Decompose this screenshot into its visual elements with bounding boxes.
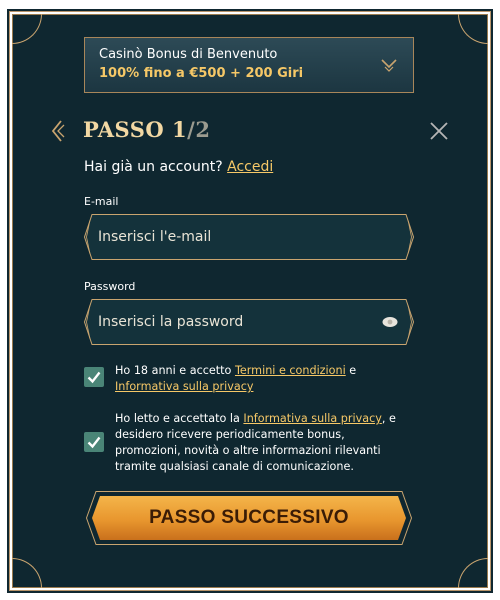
- back-arrow-icon[interactable]: [50, 120, 66, 142]
- login-prompt-text: Hai già un account?: [84, 159, 228, 175]
- email-label: E-mail: [84, 195, 119, 208]
- step-current: PASSO 1: [83, 117, 188, 142]
- marketing-text-before: Ho letto e accettato la: [115, 412, 244, 425]
- marketing-consent-text: Ho letto e accettato la Informativa sull…: [115, 411, 405, 475]
- step-total: /2: [187, 117, 211, 142]
- bonus-subtitle: 100% fino a €500 + 200 Giri: [99, 66, 304, 81]
- chevron-down-icon: [381, 59, 397, 72]
- next-step-label: PASSO SUCCESSIVO: [149, 507, 349, 528]
- terms-text-mid: e: [345, 364, 357, 377]
- terms-text-before: Ho 18 anni e accetto: [115, 364, 235, 377]
- terms-link[interactable]: Termini e condizioni: [235, 364, 346, 377]
- password-field-wrapper: [84, 299, 414, 345]
- bonus-title: Casinò Bonus di Benvenuto: [99, 47, 278, 62]
- email-input[interactable]: [98, 224, 368, 250]
- step-title: PASSO 1/2: [83, 117, 210, 142]
- password-input[interactable]: [98, 309, 368, 335]
- login-link[interactable]: Accedi: [227, 159, 273, 175]
- close-icon[interactable]: [428, 120, 450, 142]
- checkmark-icon: [87, 371, 101, 384]
- marketing-checkbox[interactable]: [84, 432, 104, 452]
- next-step-button[interactable]: PASSO SUCCESSIVO: [86, 491, 412, 545]
- privacy-link[interactable]: Informativa sulla privacy: [115, 380, 253, 393]
- login-prompt: Hai già un account? Accedi: [84, 159, 273, 175]
- terms-consent-text: Ho 18 anni e accetto Termini e condizion…: [115, 363, 405, 395]
- terms-consent: Ho 18 anni e accetto Termini e condizion…: [84, 363, 404, 397]
- email-field-wrapper: [84, 214, 414, 260]
- eye-icon[interactable]: [382, 316, 398, 328]
- step-header: PASSO 1/2: [50, 116, 450, 146]
- terms-checkbox[interactable]: [84, 367, 104, 387]
- marketing-consent: Ho letto e accettato la Informativa sull…: [84, 411, 404, 477]
- marketing-privacy-link[interactable]: Informativa sulla privacy: [243, 412, 381, 425]
- bonus-selector[interactable]: Casinò Bonus di Benvenuto 100% fino a €5…: [84, 37, 414, 93]
- password-label: Password: [84, 280, 136, 293]
- checkmark-icon: [87, 436, 101, 449]
